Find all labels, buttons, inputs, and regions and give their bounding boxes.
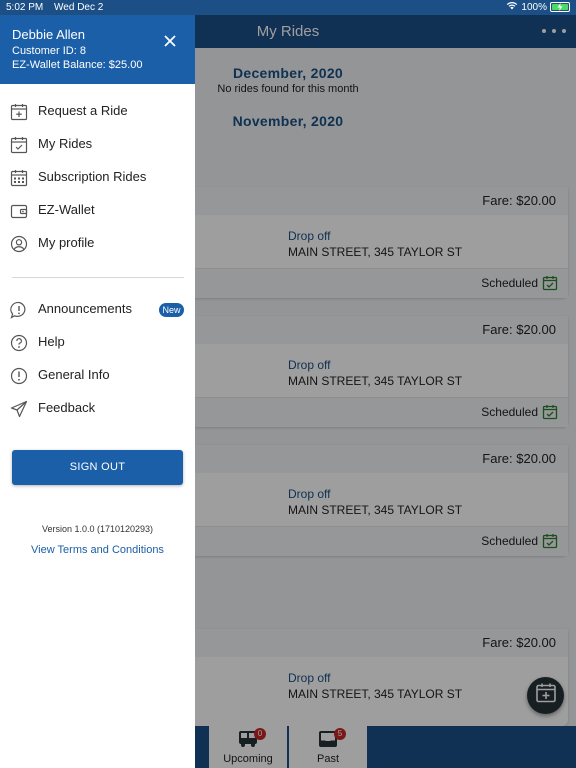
menu-item-feedback[interactable]: Feedback — [0, 394, 195, 424]
menu-item-ez-wallet[interactable]: EZ-Wallet — [0, 196, 195, 226]
close-drawer-button[interactable] — [160, 31, 180, 51]
menu-item-announcements[interactable]: Announcements New — [0, 295, 195, 325]
navigation-drawer: Debbie Allen Customer ID: 8 EZ-Wallet Ba… — [0, 15, 195, 768]
menu-label: Feedback — [38, 400, 96, 415]
menu-label: Request a Ride — [38, 103, 128, 118]
wifi-icon — [506, 1, 518, 13]
menu-item-my-profile[interactable]: My profile — [0, 229, 195, 259]
calendar-grid-icon — [10, 169, 28, 187]
close-icon — [164, 35, 176, 47]
menu-label: EZ-Wallet — [38, 202, 95, 217]
menu-item-general-info[interactable]: General Info — [0, 361, 195, 391]
status-bar: 5:02 PM Wed Dec 2 100% — [0, 0, 576, 15]
menu-label: My profile — [38, 235, 95, 250]
calendar-plus-icon — [10, 103, 28, 121]
menu-item-my-rides[interactable]: My Rides — [0, 130, 195, 160]
menu-item-help[interactable]: Help — [0, 328, 195, 358]
menu-divider — [12, 277, 184, 278]
terms-link[interactable]: View Terms and Conditions — [0, 544, 195, 556]
menu-label: General Info — [38, 367, 110, 382]
help-icon — [10, 334, 28, 352]
announcement-icon — [10, 301, 28, 319]
calendar-check-icon — [10, 136, 28, 154]
menu-label: Announcements — [38, 301, 132, 316]
app-version: Version 1.0.0 (1710120293) — [41, 524, 154, 534]
wallet-icon — [10, 202, 28, 220]
info-icon — [10, 367, 28, 385]
send-icon — [10, 400, 28, 418]
menu-label: My Rides — [38, 136, 93, 151]
menu-item-request-ride[interactable]: Request a Ride — [0, 97, 195, 127]
user-name: Debbie Allen — [12, 27, 85, 42]
new-badge: New — [159, 303, 184, 317]
battery-percent: 100% — [521, 1, 547, 13]
status-time: 5:02 PM — [6, 2, 44, 13]
customer-id: Customer ID: 8 — [12, 45, 86, 57]
sign-out-button[interactable]: SIGN OUT — [12, 450, 183, 485]
menu-item-subscription-rides[interactable]: Subscription Rides — [0, 163, 195, 193]
menu-label: Subscription Rides — [38, 169, 147, 184]
wallet-balance: EZ-Wallet Balance: $25.00 — [12, 59, 143, 71]
drawer-header: Debbie Allen Customer ID: 8 EZ-Wallet Ba… — [0, 15, 195, 84]
status-date: Wed Dec 2 — [54, 2, 104, 13]
menu-label: Help — [38, 334, 65, 349]
battery-icon — [550, 2, 570, 12]
user-icon — [10, 235, 28, 253]
